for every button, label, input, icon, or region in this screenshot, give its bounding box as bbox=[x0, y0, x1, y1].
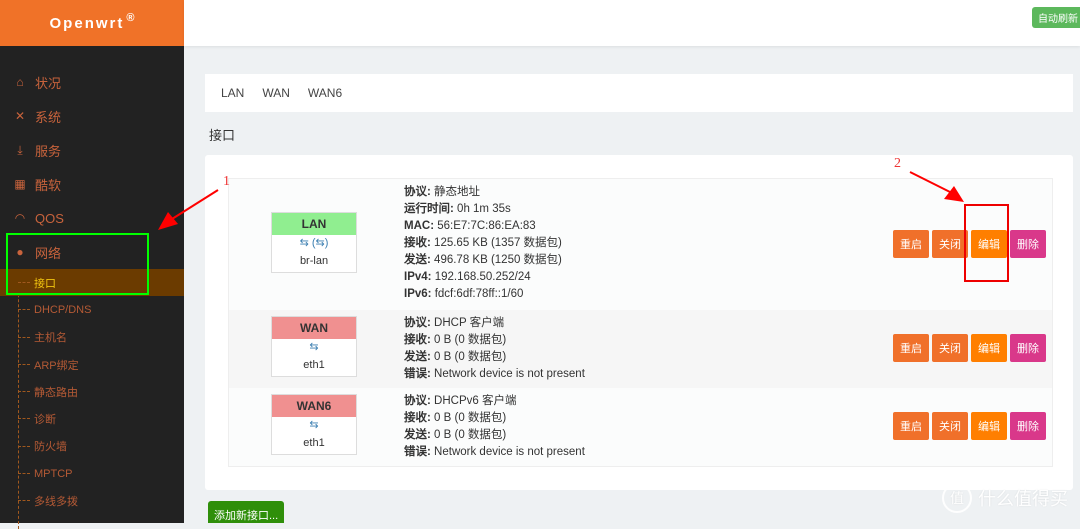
network-device-icon: ⇆ (⇆) bbox=[299, 237, 329, 249]
sidebar-item-label: QOS bbox=[35, 210, 64, 226]
interface-badge: WAN ⇆ eth1 bbox=[271, 316, 357, 377]
top-bar: 自动刷新 bbox=[184, 0, 1080, 46]
info-line: 发送: 0 B (0 数据包) bbox=[404, 429, 507, 441]
sidebar-item-status[interactable]: ⌂ 状况 bbox=[0, 65, 184, 99]
brand-name: Openwrt bbox=[49, 14, 125, 32]
section-title: 接口 bbox=[209, 128, 236, 143]
network-submenu: 接口 DHCP/DNS 主机名 ARP绑定 静态路由 诊断 防火墙 MPTCP … bbox=[0, 269, 184, 529]
interface-name: WAN bbox=[272, 317, 356, 339]
info-line: 接收: 125.65 KB (1357 数据包) bbox=[404, 237, 562, 249]
sidebar-item-label: 系统 bbox=[35, 109, 62, 125]
sidebar-subitem-hostnames[interactable]: 主机名 bbox=[0, 324, 184, 351]
info-line: 协议: DHCP 客户端 bbox=[404, 317, 505, 329]
info-line: 接收: 0 B (0 数据包) bbox=[404, 412, 507, 424]
delete-button[interactable]: 删除 bbox=[1010, 230, 1046, 258]
tab-wan[interactable]: WAN bbox=[262, 86, 290, 100]
network-device-icon: ⇆ bbox=[309, 341, 319, 353]
sidebar-item-services[interactable]: ⤓ 服务 bbox=[0, 133, 184, 167]
info-line: 协议: DHCPv6 客户端 bbox=[404, 395, 517, 407]
table-row: LAN ⇆ (⇆) br-lan 协议: 静态地址 运行时间: 0h 1m 35… bbox=[229, 179, 1052, 310]
sidebar-item-label: 服务 bbox=[35, 143, 62, 159]
add-interface-button[interactable]: 添加新接口... bbox=[208, 501, 285, 523]
sidebar-item-qos[interactable]: ◠ QOS bbox=[0, 201, 184, 235]
edit-button[interactable]: 编辑 bbox=[971, 334, 1007, 362]
stop-button[interactable]: 关闭 bbox=[932, 334, 968, 362]
calendar-icon: ▦ bbox=[14, 177, 26, 191]
table-row: WAN6 ⇆ eth1 协议: DHCPv6 客户端 接收: 0 B (0 数据… bbox=[229, 388, 1052, 466]
stop-button[interactable]: 关闭 bbox=[932, 230, 968, 258]
interface-name: LAN bbox=[272, 213, 356, 235]
restart-button[interactable]: 重启 bbox=[893, 412, 929, 440]
interface-device: eth1 bbox=[303, 359, 325, 371]
annotation-highlight-network bbox=[6, 233, 149, 295]
annotation-highlight-edit bbox=[964, 204, 1009, 282]
info-line: 协议: 静态地址 bbox=[404, 186, 481, 198]
tools-icon: ✕ bbox=[14, 109, 26, 123]
info-line: 发送: 496.78 KB (1250 数据包) bbox=[404, 254, 562, 266]
sidebar-item-system[interactable]: ✕ 系统 bbox=[0, 99, 184, 133]
sidebar-subitem-firewall[interactable]: 防火墙 bbox=[0, 433, 184, 460]
restart-button[interactable]: 重启 bbox=[893, 230, 929, 258]
tab-lan[interactable]: LAN bbox=[221, 86, 244, 100]
interface-badge: WAN6 ⇆ eth1 bbox=[271, 394, 357, 455]
sidebar-subitem-dhcp-dns[interactable]: DHCP/DNS bbox=[0, 296, 184, 323]
sidebar-subitem-multiwan[interactable]: 多线多拨 bbox=[0, 487, 184, 514]
info-line: 运行时间: 0h 1m 35s bbox=[404, 203, 511, 215]
annotation-number-2: 2 bbox=[894, 156, 901, 171]
restart-button[interactable]: 重启 bbox=[893, 334, 929, 362]
brand-logo[interactable]: Openwrt ® bbox=[0, 0, 184, 46]
registered-mark: ® bbox=[126, 12, 135, 24]
interface-info: 协议: DHCPv6 客户端 接收: 0 B (0 数据包) 发送: 0 B (… bbox=[404, 393, 585, 461]
info-line: 错误: Network device is not present bbox=[404, 368, 585, 380]
row-actions: 重启 关闭 编辑 删除 bbox=[893, 412, 1046, 440]
delete-button[interactable]: 删除 bbox=[1010, 334, 1046, 362]
interface-device: br-lan bbox=[299, 255, 329, 267]
sidebar-item-label: 酷软 bbox=[35, 177, 62, 193]
row-actions: 重启 关闭 编辑 删除 bbox=[893, 334, 1046, 362]
delete-button[interactable]: 删除 bbox=[1010, 412, 1046, 440]
interfaces-table: LAN ⇆ (⇆) br-lan 协议: 静态地址 运行时间: 0h 1m 35… bbox=[228, 178, 1053, 467]
sidebar-subitem-arp-binding[interactable]: ARP绑定 bbox=[0, 351, 184, 378]
info-line: 接收: 0 B (0 数据包) bbox=[404, 334, 507, 346]
gauge-icon: ◠ bbox=[14, 211, 26, 225]
interface-name: WAN6 bbox=[272, 395, 356, 417]
tab-wan6[interactable]: WAN6 bbox=[308, 86, 342, 100]
network-device-icon: ⇆ bbox=[309, 419, 319, 431]
table-row: WAN ⇆ eth1 协议: DHCP 客户端 接收: 0 B (0 数据包) … bbox=[229, 310, 1052, 388]
auto-refresh-button[interactable]: 自动刷新 bbox=[1032, 7, 1080, 28]
info-line: MAC: 56:E7:7C:86:EA:83 bbox=[404, 220, 536, 232]
sidebar-subitem-mptcp[interactable]: MPTCP bbox=[0, 460, 184, 487]
info-line: 发送: 0 B (0 数据包) bbox=[404, 351, 507, 363]
sidebar-item-software[interactable]: ▦ 酷软 bbox=[0, 167, 184, 201]
interface-info: 协议: 静态地址 运行时间: 0h 1m 35s MAC: 56:E7:7C:8… bbox=[404, 184, 562, 303]
sidebar-item-label: 状况 bbox=[35, 75, 62, 91]
stop-button[interactable]: 关闭 bbox=[932, 412, 968, 440]
watermark-text: 什么值得买 bbox=[978, 489, 1068, 509]
interface-device: eth1 bbox=[303, 437, 325, 449]
interfaces-panel: LAN ⇆ (⇆) br-lan 协议: 静态地址 运行时间: 0h 1m 35… bbox=[205, 155, 1073, 490]
edit-button[interactable]: 编辑 bbox=[971, 412, 1007, 440]
info-line: IPv6: fdcf:6df:78ff::1/60 bbox=[404, 288, 524, 300]
download-icon: ⤓ bbox=[17, 142, 23, 157]
interface-tabs: LAN WAN WAN6 bbox=[205, 74, 1073, 112]
annotation-number-1: 1 bbox=[223, 174, 230, 189]
info-line: 错误: Network device is not present bbox=[404, 446, 585, 458]
home-icon: ⌂ bbox=[16, 75, 24, 89]
watermark: 值 什么值得买 bbox=[942, 483, 1068, 513]
sidebar-subitem-diagnostics[interactable]: 诊断 bbox=[0, 405, 184, 432]
sidebar-subitem-static-routes[interactable]: 静态路由 bbox=[0, 378, 184, 405]
info-line: IPv4: 192.168.50.252/24 bbox=[404, 271, 531, 283]
watermark-logo-icon: 值 bbox=[942, 483, 972, 513]
interface-info: 协议: DHCP 客户端 接收: 0 B (0 数据包) 发送: 0 B (0 … bbox=[404, 315, 585, 383]
interface-badge: LAN ⇆ (⇆) br-lan bbox=[271, 212, 357, 273]
